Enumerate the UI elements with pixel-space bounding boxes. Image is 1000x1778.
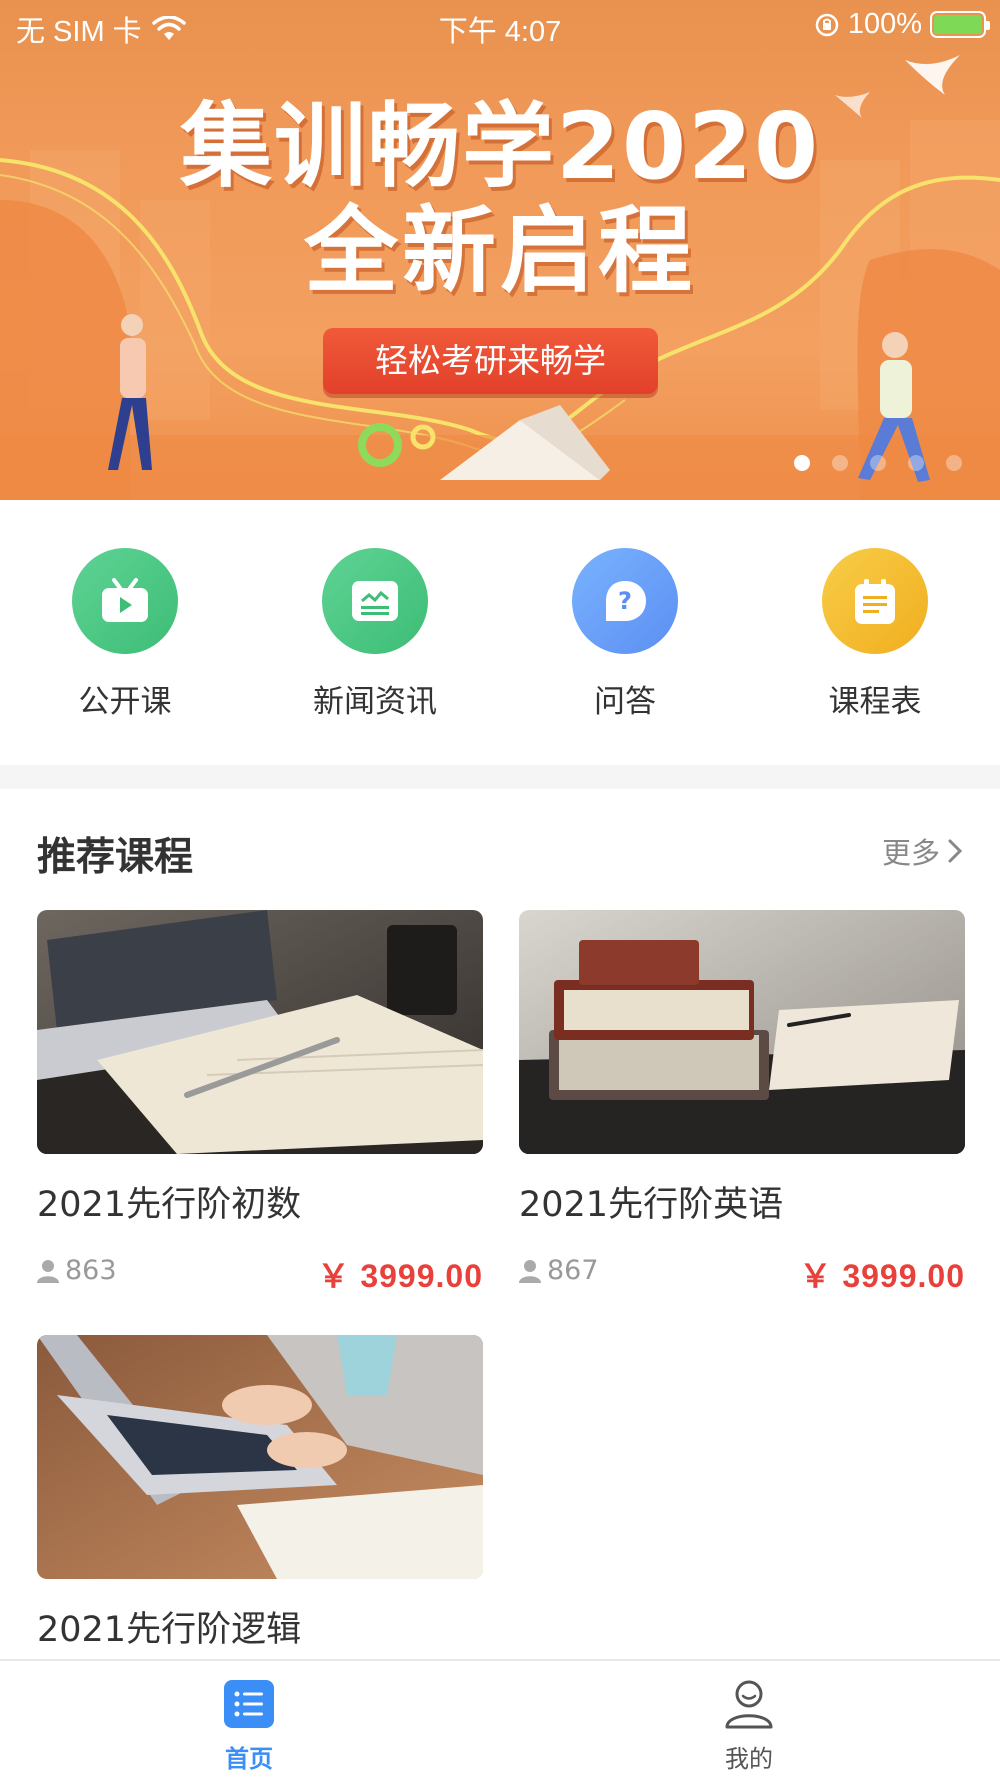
tab-mine-label: 我的 <box>725 1745 773 1773</box>
student-count-value: 863 <box>65 1255 117 1286</box>
course-price: ￥ 3999.00 <box>799 1258 965 1294</box>
carousel-dot[interactable] <box>946 455 962 471</box>
question-icon: ? <box>606 581 646 621</box>
student-count: 867 <box>519 1255 599 1286</box>
quick-nav-schedule[interactable]: 课程表 <box>775 548 975 721</box>
more-label: 更多 <box>881 836 940 870</box>
quick-nav-news[interactable]: 新闻资讯 <box>275 548 475 721</box>
quick-nav-open-course[interactable]: 公开课 <box>25 548 225 721</box>
course-thumbnail[interactable] <box>519 910 965 1154</box>
tab-home[interactable]: 首页 <box>149 1679 349 1774</box>
orientation-lock-icon <box>815 13 839 36</box>
qa-icon-circle: ? <box>572 548 678 654</box>
tab-home-label: 首页 <box>225 1745 273 1773</box>
quick-nav-label: 课程表 <box>828 684 922 720</box>
course-thumbnail[interactable] <box>37 910 483 1154</box>
open-course-icon-circle <box>72 548 178 654</box>
news-icon <box>352 581 398 621</box>
user-icon <box>37 1259 59 1283</box>
schedule-icon-circle <box>822 548 928 654</box>
course-card[interactable]: 2021先行阶英语 867 ￥ 3999.00 <box>519 910 965 1294</box>
quick-nav-qa[interactable]: ? 问答 <box>525 548 725 721</box>
course-meta: 867 ￥ 3999.00 <box>519 1251 965 1294</box>
status-bar: 无 SIM 卡 下午 4:07 100% <box>0 0 1000 50</box>
section-divider <box>0 765 1000 789</box>
svg-text:?: ? <box>618 587 632 615</box>
banner-cta-button[interactable]: 轻松考研来畅学 <box>323 328 658 394</box>
course-name: 2021先行阶英语 <box>519 1185 784 1225</box>
carousel-indicator <box>794 455 962 471</box>
course-meta: 863 ￥ 3999.00 <box>37 1251 483 1294</box>
more-link[interactable]: 更多 <box>882 830 964 872</box>
user-icon <box>519 1259 541 1283</box>
banner-subheadline: 全新启程 <box>303 197 696 306</box>
course-name: 2021先行阶初数 <box>37 1185 302 1225</box>
course-card[interactable]: 2021先行阶初数 863 ￥ 3999.00 <box>37 910 483 1294</box>
battery-icon <box>930 11 990 38</box>
news-icon-circle <box>322 548 428 654</box>
books-stack-photo <box>519 910 965 1154</box>
promo-banner[interactable]: 无 SIM 卡 下午 4:07 100% 集训畅学2020 全新启程 轻松考研来… <box>0 0 1000 500</box>
student-count: 863 <box>37 1255 117 1286</box>
quick-nav-label: 新闻资讯 <box>313 684 437 720</box>
course-thumbnail[interactable] <box>37 1335 483 1579</box>
carousel-dot[interactable] <box>832 455 848 471</box>
quick-nav: 公开课 新闻资讯 ? 问答 课程表 <box>0 500 1000 765</box>
student-count-value: 867 <box>547 1255 599 1286</box>
typing-laptop-photo <box>37 1335 483 1579</box>
tab-bar: 首页 我的 <box>0 1659 1000 1778</box>
quick-nav-label: 问答 <box>594 684 656 720</box>
quick-nav-label: 公开课 <box>78 684 172 720</box>
profile-icon <box>725 1680 773 1729</box>
chevron-right-icon <box>948 839 963 863</box>
course-card[interactable]: 2021先行阶逻辑 <box>37 1335 483 1652</box>
battery-percent: 100% <box>847 8 922 40</box>
carousel-dot[interactable] <box>870 455 886 471</box>
carousel-dot[interactable] <box>908 455 924 471</box>
list-icon <box>224 1680 274 1728</box>
tab-mine[interactable]: 我的 <box>649 1679 849 1774</box>
carousel-dot[interactable] <box>794 455 810 471</box>
course-price: ￥ 3999.00 <box>317 1258 483 1294</box>
recommended-title: 推荐课程 <box>37 835 194 880</box>
tv-icon <box>102 578 148 622</box>
course-name: 2021先行阶逻辑 <box>37 1610 302 1650</box>
schedule-icon <box>855 579 895 624</box>
laptop-notebook-photo <box>37 910 483 1154</box>
